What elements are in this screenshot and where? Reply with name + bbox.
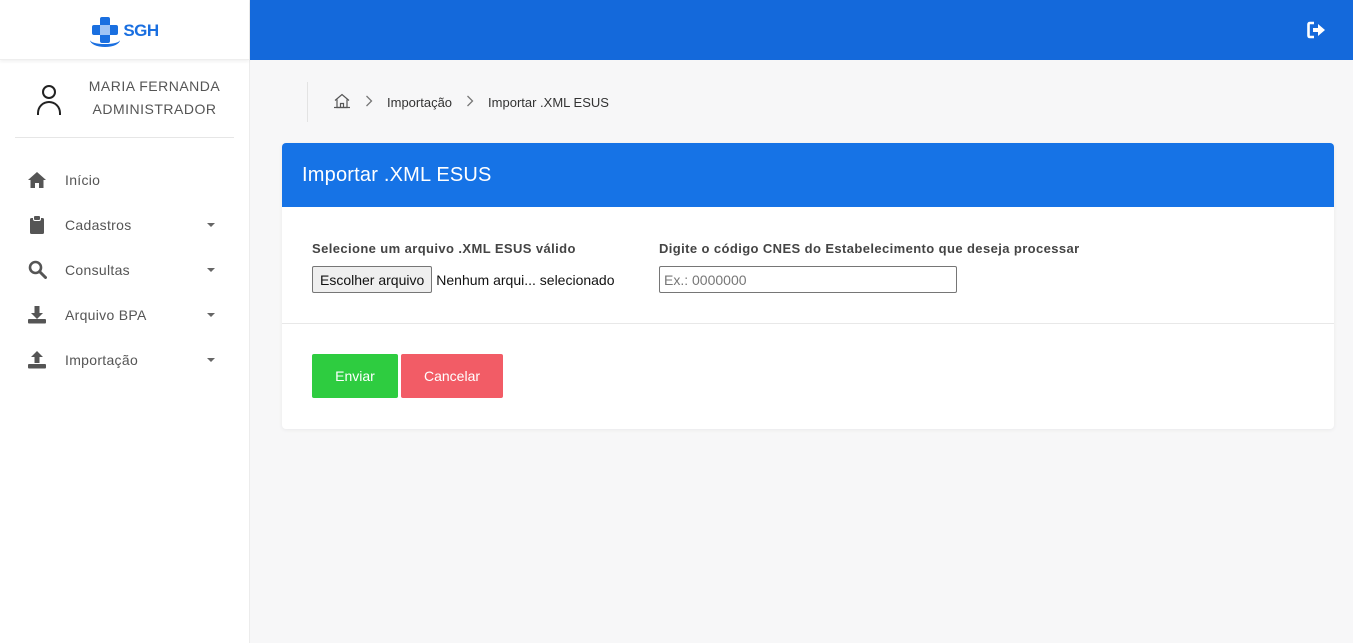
sidebar-item-arquivo-bpa[interactable]: Arquivo BPA	[0, 292, 249, 337]
user-icon	[35, 81, 65, 117]
sidebar-item-cadastros[interactable]: Cadastros	[0, 202, 249, 247]
chevron-right-icon	[365, 95, 373, 110]
download-icon	[26, 304, 48, 326]
sidebar-item-label: Cadastros	[65, 216, 132, 233]
sidebar-item-importacao[interactable]: Importação	[0, 337, 249, 382]
logo-text: SGH	[123, 20, 159, 40]
file-status: Nenhum arqui... selecionado	[436, 271, 615, 288]
sidebar-item-label: Consultas	[65, 261, 130, 278]
sidebar-item-inicio[interactable]: Início	[0, 157, 249, 202]
sidebar-item-label: Importação	[65, 351, 139, 368]
sidebar: SGH MARIA FERNANDA ADMINISTRADOR Início …	[0, 0, 250, 643]
user-role: ADMINISTRADOR	[92, 100, 217, 117]
cnes-field-label: Digite o código CNES do Estabelecimento …	[659, 241, 1080, 256]
cancel-button[interactable]: Cancelar	[401, 354, 503, 398]
sidebar-item-consultas[interactable]: Consultas	[0, 247, 249, 292]
clipboard-icon	[26, 214, 48, 236]
form-actions: Enviar Cancelar	[282, 324, 1334, 428]
submit-button[interactable]: Enviar	[312, 354, 398, 398]
import-card: Importar .XML ESUS Selecione um arquivo …	[282, 143, 1334, 429]
breadcrumb-item-importacao[interactable]: Importação	[387, 95, 452, 110]
file-input: Escolher arquivo Nenhum arqui... selecio…	[312, 266, 659, 293]
card-title: Importar .XML ESUS	[282, 143, 1334, 207]
medical-cross-icon	[90, 15, 121, 47]
cnes-field: Digite o código CNES do Estabelecimento …	[659, 241, 1080, 323]
user-info: MARIA FERNANDA ADMINISTRADOR	[75, 75, 234, 121]
sidebar-menu: Início Cadastros Consultas Arquivo BPA I…	[0, 157, 249, 382]
user-name: MARIA FERNANDA	[88, 77, 221, 94]
chevron-right-icon	[466, 95, 474, 110]
chevron-down-icon	[207, 357, 215, 362]
chevron-down-icon	[207, 312, 215, 317]
sign-out-icon[interactable]	[1307, 21, 1327, 39]
file-field: Selecione um arquivo .XML ESUS válido Es…	[312, 241, 659, 323]
cnes-input[interactable]	[659, 266, 957, 293]
home-icon	[26, 169, 48, 191]
chevron-down-icon	[207, 222, 215, 227]
breadcrumb-item-current: Importar .XML ESUS	[488, 94, 609, 110]
home-icon[interactable]	[333, 93, 351, 111]
top-bar	[250, 0, 1353, 60]
sidebar-item-label: Início	[65, 171, 101, 188]
logo-area: SGH	[0, 0, 249, 60]
search-icon	[26, 259, 48, 281]
upload-icon	[26, 349, 48, 371]
import-form: Selecione um arquivo .XML ESUS válido Es…	[282, 207, 1334, 324]
choose-file-button[interactable]: Escolher arquivo	[312, 266, 433, 293]
chevron-down-icon	[207, 267, 215, 272]
sidebar-item-label: Arquivo BPA	[65, 306, 147, 323]
breadcrumb: Importação Importar .XML ESUS	[307, 82, 609, 122]
file-field-label: Selecione um arquivo .XML ESUS válido	[312, 241, 576, 256]
user-panel: MARIA FERNANDA ADMINISTRADOR	[15, 60, 234, 138]
sgh-logo[interactable]: SGH	[90, 15, 159, 47]
